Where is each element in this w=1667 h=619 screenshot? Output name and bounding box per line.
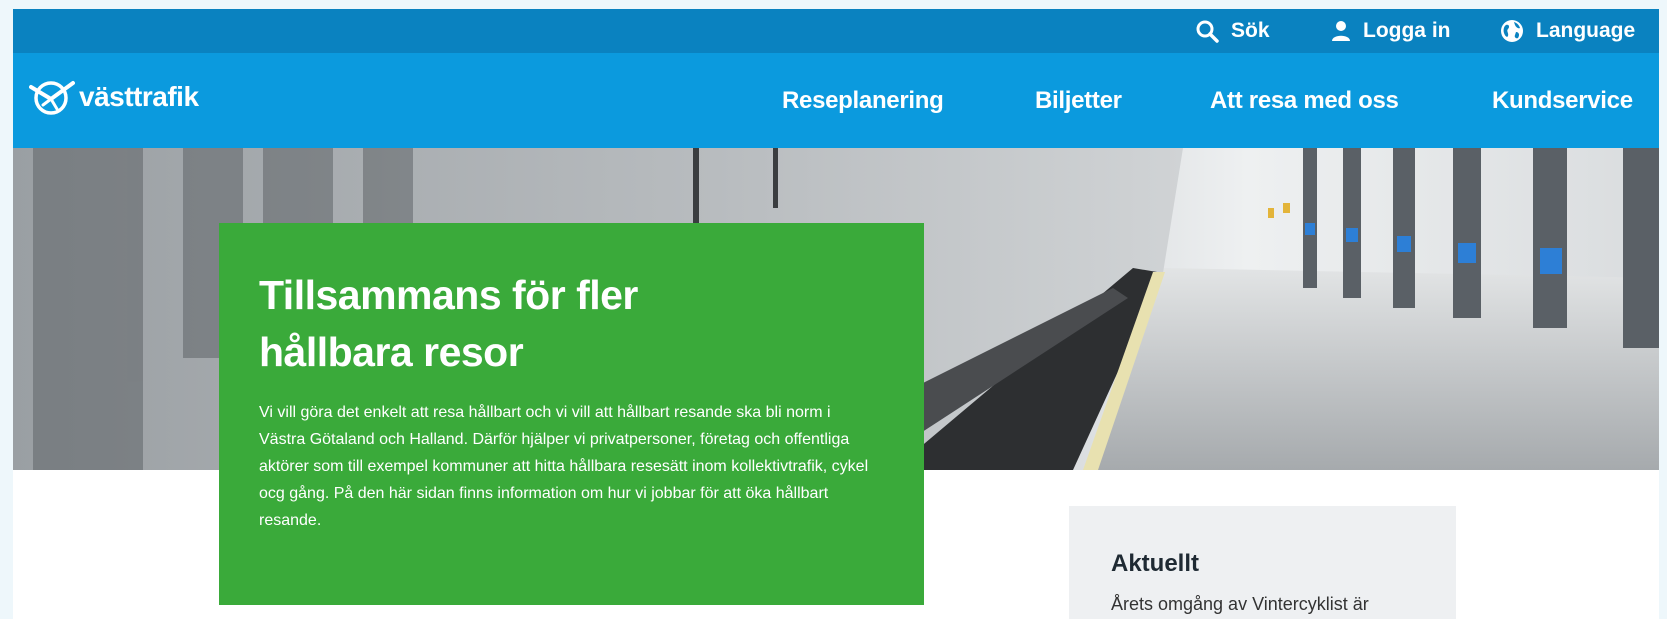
hero-body: Vi vill göra det enkelt att resa hållbar… [259, 404, 869, 529]
language-link[interactable]: Language [1500, 9, 1635, 53]
aside-heading: Aktuellt [1111, 550, 1200, 577]
user-icon [1332, 21, 1350, 41]
news-aside: Aktuellt Årets omgång av Vintercyklist ä… [1069, 506, 1456, 619]
hero-card: Tillsammans för fler hållbara resor Vi v… [219, 223, 924, 605]
nav-biljetter[interactable]: Biljetter [1035, 53, 1122, 148]
globe-icon [1501, 20, 1523, 42]
utility-bar: Sök Logga in Language [13, 9, 1659, 53]
login-label: Logga in [1363, 19, 1451, 42]
main-navbar: västtrafik Reseplanering Biljetter Att r… [13, 53, 1659, 148]
nav-reseplanering[interactable]: Reseplanering [782, 53, 944, 148]
news-teaser-link[interactable]: Årets omgång av Vintercyklist är [1111, 594, 1456, 615]
language-label: Language [1536, 19, 1636, 42]
vasttrafik-logo-icon [29, 81, 75, 115]
search-icon [1196, 20, 1219, 43]
search-label: Sök [1231, 19, 1270, 42]
hero-title: Tillsammans för fler hållbara resor [259, 272, 638, 375]
search-link[interactable]: Sök [1195, 9, 1270, 53]
logo-text: västtrafik [79, 81, 199, 112]
login-link[interactable]: Logga in [1331, 9, 1451, 53]
page-frame: Sök Logga in Language västtrafik Resepla… [13, 9, 1659, 619]
nav-att-resa-med-oss[interactable]: Att resa med oss [1210, 53, 1399, 148]
vasttrafik-logo[interactable]: västtrafik [29, 77, 199, 117]
nav-kundservice[interactable]: Kundservice [1492, 53, 1633, 148]
